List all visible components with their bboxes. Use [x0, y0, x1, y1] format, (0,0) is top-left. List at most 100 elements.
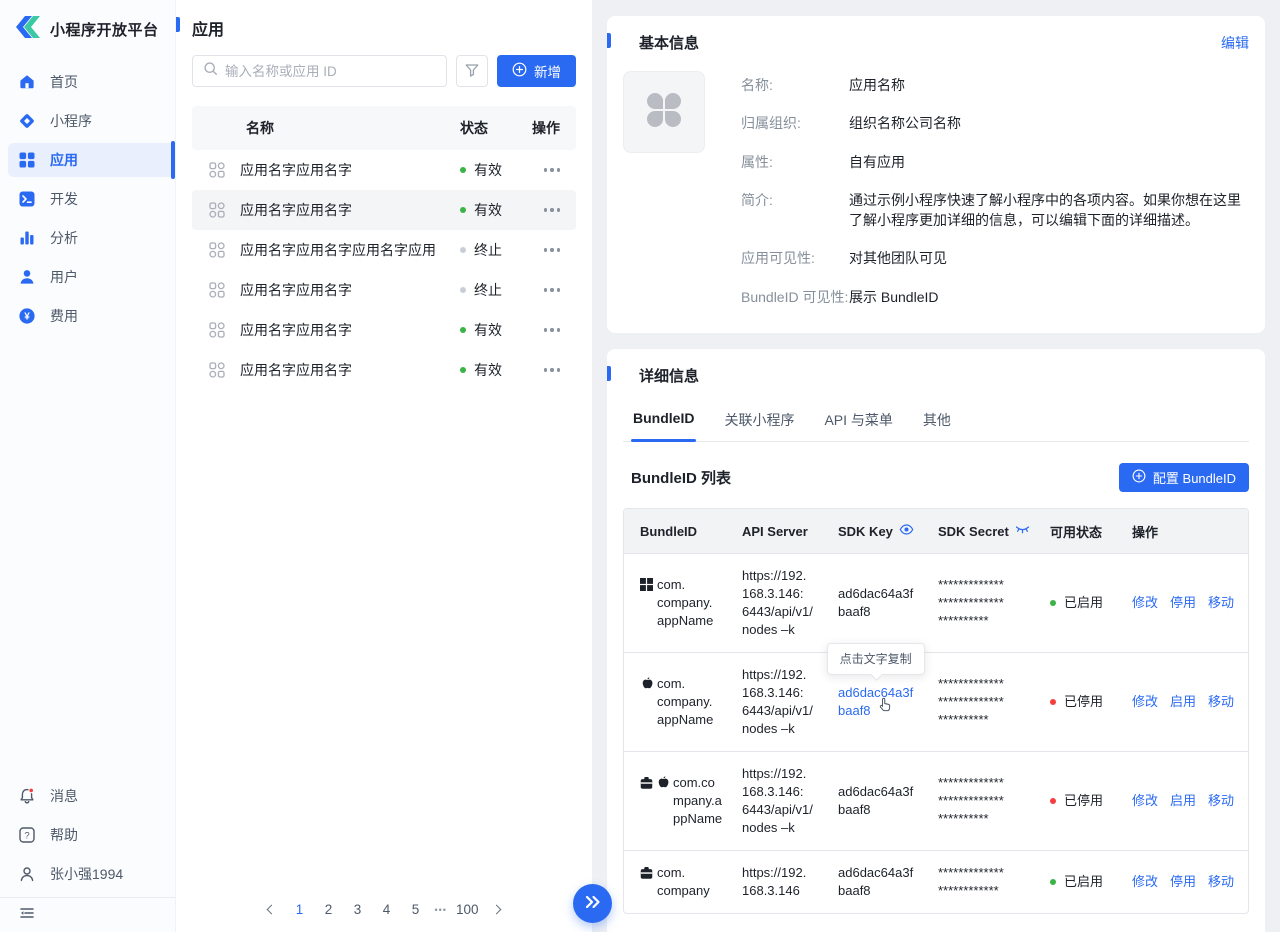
svg-text:¥: ¥	[24, 312, 30, 323]
modify-link[interactable]: 修改	[1132, 693, 1158, 711]
col-status: 可用状态	[1034, 522, 1116, 541]
eye-invisible-icon[interactable]	[1015, 522, 1030, 540]
sidebar-item-billing[interactable]: ¥ 费用	[8, 299, 175, 333]
col-sdk-secret: SDK Secret	[922, 522, 1034, 540]
page-ellipsis[interactable]: •••	[435, 905, 447, 915]
edit-link[interactable]: 编辑	[1221, 33, 1249, 53]
row-more-button[interactable]	[524, 164, 560, 176]
modify-link[interactable]: 修改	[1132, 873, 1158, 891]
page-number[interactable]: 5	[406, 900, 426, 919]
prev-page-button[interactable]	[263, 901, 281, 919]
basic-info-card: 基本信息 编辑 名称:应用名称 归属组织:组织名称公司名称 属性:自有应用 简	[607, 16, 1265, 333]
api-server-value: https://192. 168.3.146: 6443/api/v1/ nod…	[726, 567, 822, 639]
detail-info-title: 详细信息	[639, 365, 699, 386]
tab-api-menu[interactable]: API 与菜单	[822, 406, 894, 441]
app-logo[interactable]: 小程序开放平台	[0, 0, 175, 57]
field-row: 应用可见性:对其他团队可见	[741, 248, 1249, 268]
field-value: 组织名称公司名称	[849, 113, 961, 133]
tab-linked-miniprograms[interactable]: 关联小程序	[722, 406, 796, 441]
detail-info-card: 详细信息 BundleID 关联小程序 API 与菜单 其他 BundleID …	[607, 349, 1265, 932]
sidebar-item-messages[interactable]: 消息	[8, 779, 175, 813]
col-bundleid: BundleID	[624, 524, 726, 539]
api-server-value: https://192. 168.3.146: 6443/api/v1/ nod…	[726, 765, 822, 837]
more-icon	[544, 244, 561, 256]
status-badge: 已启用	[1050, 594, 1116, 612]
sidebar-collapse-button[interactable]	[0, 898, 175, 932]
next-page-button[interactable]	[487, 901, 505, 919]
page-number-last[interactable]: 100	[456, 900, 479, 919]
sidebar-item-miniprogram[interactable]: 小程序	[8, 104, 175, 138]
add-button[interactable]: 新增	[497, 55, 576, 87]
app-row[interactable]: 应用名字应用名字 终止	[192, 270, 576, 310]
app-row[interactable]: 应用名字应用名字 有效	[192, 310, 576, 350]
row-more-button[interactable]	[524, 204, 560, 216]
sidebar-item-account[interactable]: 张小强1994	[8, 857, 175, 891]
develop-icon	[18, 190, 36, 208]
sidebar-item-home[interactable]: 首页	[8, 65, 175, 99]
sdk-key-value[interactable]: ad6dac64a3f baaf8	[822, 864, 922, 900]
status-badge: 有效	[460, 200, 524, 220]
app-row-selected[interactable]: 应用名字应用名字 有效	[192, 190, 576, 230]
enable-link[interactable]: 启用	[1170, 792, 1196, 810]
sidebar-item-help[interactable]: ? 帮助	[8, 818, 175, 852]
search-box[interactable]	[192, 55, 447, 87]
eye-visible-icon[interactable]	[899, 522, 914, 540]
status-badge: 有效	[460, 360, 524, 380]
move-link[interactable]: 移动	[1208, 693, 1234, 711]
search-input[interactable]	[225, 64, 436, 79]
sidebar-item-develop[interactable]: 开发	[8, 182, 175, 216]
tab-bundleid[interactable]: BundleID	[631, 406, 696, 441]
sdk-key-value[interactable]: ad6dac64a3f baaf8	[822, 783, 922, 819]
row-more-button[interactable]	[524, 284, 560, 296]
sidebar-item-analytics[interactable]: 分析	[8, 221, 175, 255]
page-number[interactable]: 2	[319, 900, 339, 919]
page-number[interactable]: 3	[348, 900, 368, 919]
expand-panel-button[interactable]	[573, 884, 612, 923]
sidebar-item-apps[interactable]: 应用	[8, 143, 175, 177]
field-value: 展示 BundleID	[849, 287, 938, 307]
status-badge: 有效	[460, 160, 524, 180]
app-row[interactable]: 应用名字应用名字 有效	[192, 150, 576, 190]
row-more-button[interactable]	[524, 324, 560, 336]
basic-info-fields: 名称:应用名称 归属组织:组织名称公司名称 属性:自有应用 简介:通过示例小程序…	[741, 71, 1249, 307]
field-row: 归属组织:组织名称公司名称	[741, 113, 1249, 133]
card-accent-bar	[607, 366, 611, 381]
config-bundleid-button[interactable]: 配置 BundleID	[1119, 463, 1249, 492]
filter-icon	[464, 62, 480, 81]
app-row[interactable]: 应用名字应用名字应用名字应用 终止	[192, 230, 576, 270]
hand-cursor-icon	[878, 697, 893, 717]
col-api-server: API Server	[726, 524, 822, 539]
card-accent-bar	[607, 33, 611, 48]
page-number[interactable]: 4	[377, 900, 397, 919]
app-row[interactable]: 应用名字应用名字 有效	[192, 350, 576, 390]
table-header: BundleID API Server SDK Key SDK Secret 可…	[624, 509, 1248, 553]
sidebar-nav: 首页 小程序 应用 开发 分析	[0, 65, 175, 333]
sdk-key-value[interactable]: ad6dac64a3f baaf8	[822, 585, 922, 621]
move-link[interactable]: 移动	[1208, 792, 1234, 810]
field-value: 自有应用	[849, 152, 905, 172]
detail-content: 基本信息 编辑 名称:应用名称 归属组织:组织名称公司名称 属性:自有应用 简	[592, 0, 1280, 932]
move-link[interactable]: 移动	[1208, 594, 1234, 612]
move-link[interactable]: 移动	[1208, 873, 1234, 891]
sdk-key-value-hovered[interactable]: ad6dac64a3f baaf8	[838, 685, 913, 718]
row-more-button[interactable]	[524, 244, 560, 256]
disable-link[interactable]: 停用	[1170, 873, 1196, 891]
plus-circle-icon	[512, 62, 527, 80]
modify-link[interactable]: 修改	[1132, 594, 1158, 612]
bundleid-row: com. company. appName https://192. 168.3…	[624, 652, 1248, 751]
briefcase-icon	[640, 866, 653, 880]
enable-link[interactable]: 启用	[1170, 693, 1196, 711]
billing-icon: ¥	[18, 307, 36, 325]
sidebar: 小程序开放平台 首页 小程序 应用 开发	[0, 0, 176, 932]
app-grid-icon	[208, 241, 228, 259]
sdk-secret-value: ************* ************* **********	[922, 675, 1034, 729]
search-icon	[203, 61, 218, 81]
sidebar-item-users[interactable]: 用户	[8, 260, 175, 294]
page-number[interactable]: 1	[290, 900, 310, 919]
tab-other[interactable]: 其他	[921, 406, 953, 441]
row-more-button[interactable]	[524, 364, 560, 376]
filter-button[interactable]	[456, 55, 488, 87]
modify-link[interactable]: 修改	[1132, 792, 1158, 810]
windows-icon	[640, 578, 653, 591]
disable-link[interactable]: 停用	[1170, 594, 1196, 612]
